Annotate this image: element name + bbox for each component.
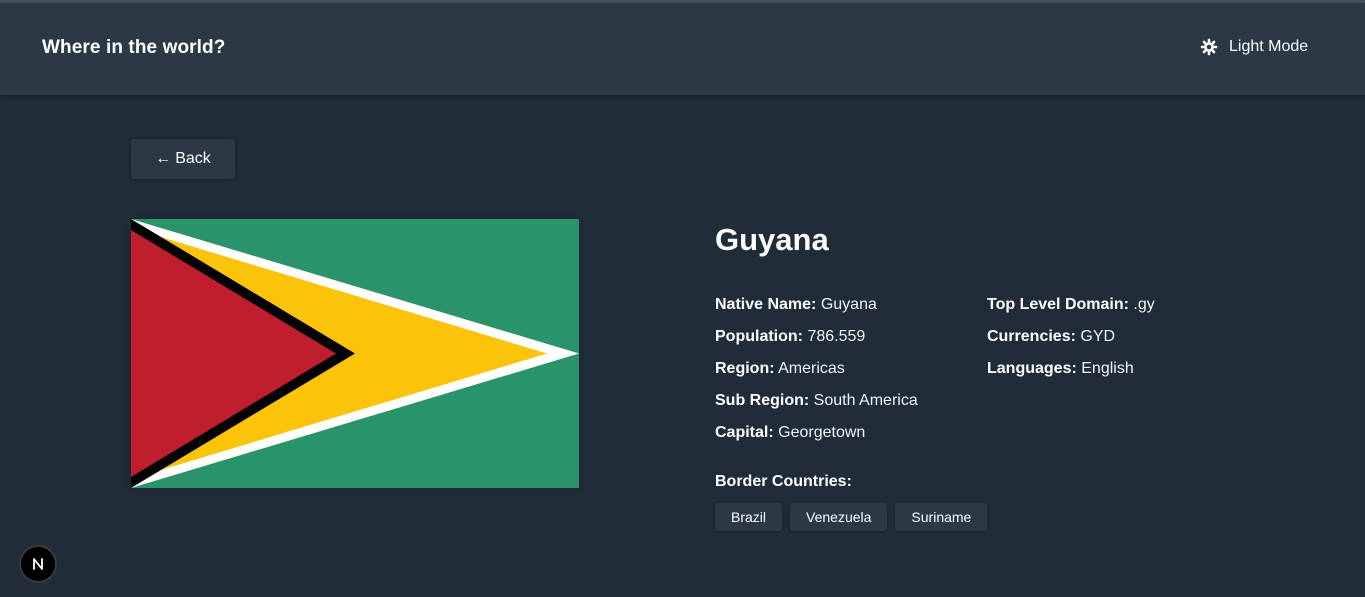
back-button[interactable]: ← Back [131, 139, 235, 179]
detail-value: South America [813, 392, 918, 409]
detail-value: 786.559 [807, 328, 866, 345]
app-header: Where in the world? Light Mode [0, 3, 1365, 95]
detail-label: Region: [715, 360, 775, 377]
detail-native-name: Native Name: Guyana [715, 289, 918, 321]
country-flag [131, 219, 579, 488]
country-name: Guyana [715, 222, 829, 257]
theme-toggle-button[interactable]: Light Mode [1200, 38, 1308, 56]
border-country-brazil[interactable]: Brazil [715, 503, 783, 531]
detail-region: Region: Americas [715, 353, 918, 385]
border-country-suriname[interactable]: Suriname [895, 503, 988, 531]
details-secondary: Top Level Domain: .gy Currencies: GYD La… [987, 289, 1155, 385]
detail-value: Americas [778, 360, 845, 377]
detail-sub-region: Sub Region: South America [715, 385, 918, 417]
app-title: Where in the world? [42, 37, 226, 58]
border-countries-label: Border Countries: [715, 473, 852, 490]
detail-capital: Capital: Georgetown [715, 417, 918, 449]
nextjs-icon [30, 556, 46, 572]
detail-currencies: Currencies: GYD [987, 321, 1155, 353]
detail-value: Guyana [820, 296, 877, 313]
nextjs-dev-badge[interactable] [19, 545, 57, 583]
detail-value: GYD [1080, 328, 1116, 345]
detail-top-level-domain: Top Level Domain: .gy [987, 289, 1155, 321]
guyana-flag-image [131, 219, 579, 488]
detail-population: Population: 786.559 [715, 321, 918, 353]
detail-languages: Languages: English [987, 353, 1155, 385]
theme-toggle-label: Light Mode [1229, 38, 1309, 55]
detail-label: Sub Region: [715, 392, 810, 409]
detail-value: .gy [1133, 296, 1155, 313]
back-button-label: Back [175, 150, 211, 167]
border-country-venezuela[interactable]: Venezuela [790, 503, 888, 531]
detail-label: Languages: [987, 360, 1077, 377]
border-countries-list: Brazil Venezuela Suriname [715, 503, 988, 531]
detail-label: Top Level Domain: [987, 296, 1129, 313]
back-arrow-icon: ← [155, 150, 172, 167]
detail-label: Population: [715, 328, 803, 345]
gear-sun-icon [1200, 38, 1218, 56]
detail-value: Georgetown [778, 424, 866, 441]
detail-value: English [1081, 360, 1134, 377]
detail-label: Native Name: [715, 296, 817, 313]
detail-label: Currencies: [987, 328, 1076, 345]
details-primary: Native Name: Guyana Population: 786.559 … [715, 289, 918, 449]
detail-label: Capital: [715, 424, 774, 441]
